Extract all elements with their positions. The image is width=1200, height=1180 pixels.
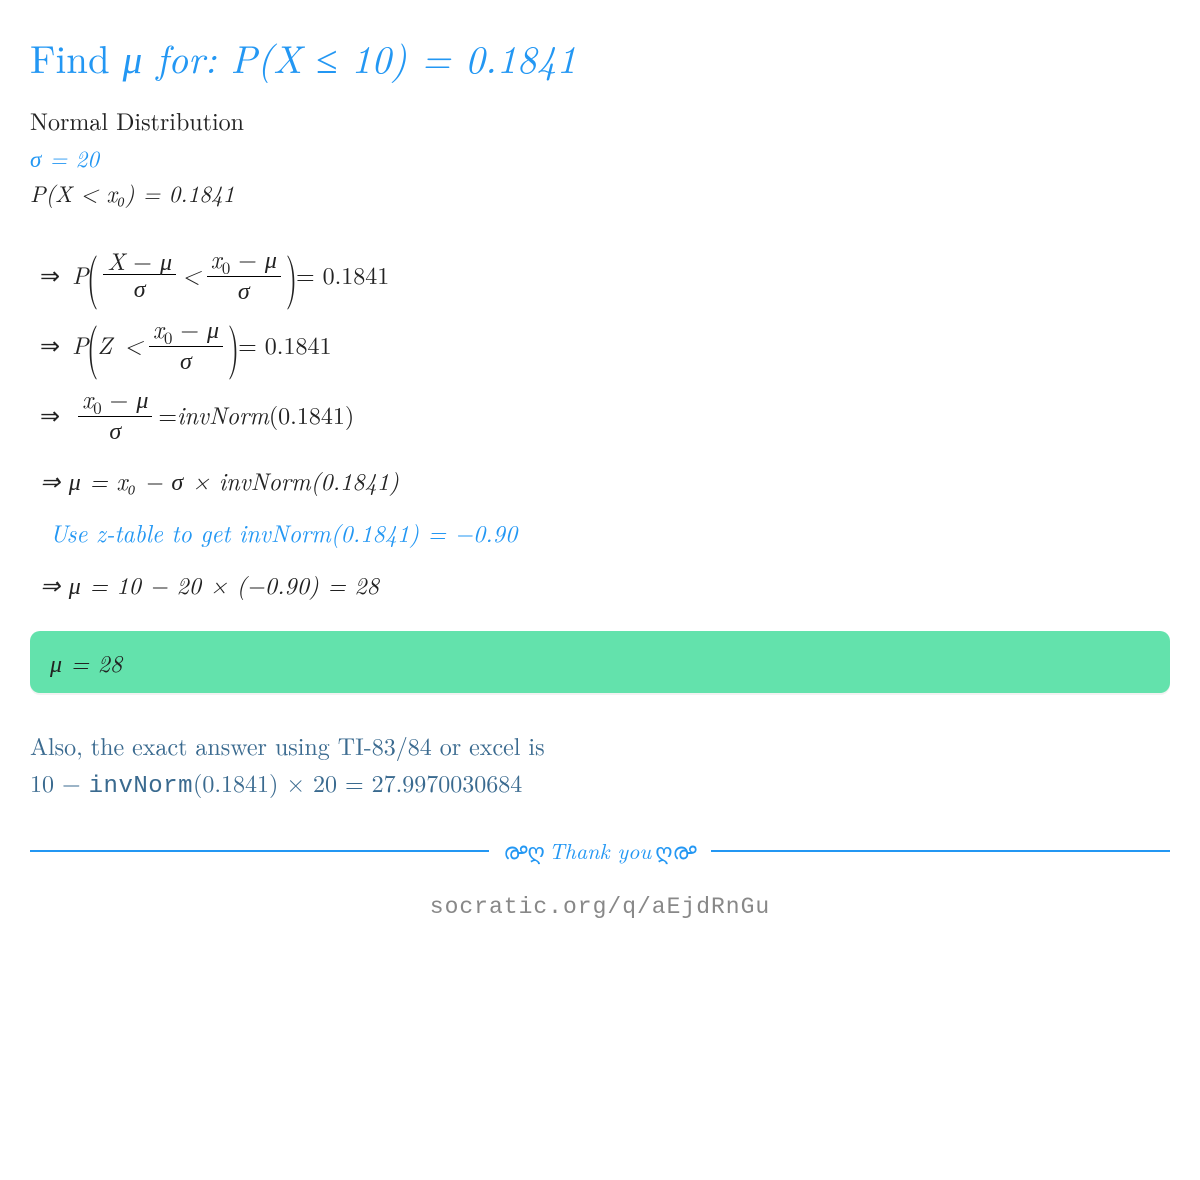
sigma-line: σ = 20 [30, 141, 1170, 174]
invnorm-arg: (0.1841) [269, 397, 354, 431]
title-math: μ for: P(X ≤ 10) = 0.1841 [123, 30, 577, 85]
step-4: ⇒ μ = x₀ − σ × invNorm(0.1841) [40, 455, 1170, 505]
calculator-note: Also, the exact answer using TI-83/84 or… [30, 727, 1170, 805]
step2-rhs: = 0.1841 [238, 327, 331, 361]
step-1: ⇒ P ( X − μ σ < x0 − μ σ ) = 0.1841 [40, 239, 1170, 309]
equals: = [158, 397, 177, 431]
lparen-icon: ( [87, 252, 99, 295]
arrow-icon: ⇒ [40, 257, 60, 291]
answer-text: μ = 28 [50, 645, 122, 679]
invnorm-fn: invNorm [177, 397, 269, 431]
divider-line-right [711, 850, 1170, 852]
derivation-block: ⇒ P ( X − μ σ < x0 − μ σ ) = 0.1841 ⇒ P … [40, 239, 1170, 609]
fraction: x0 − μ σ [207, 246, 281, 303]
prob-line: P(X < x₀) = 0.1841 [30, 176, 1170, 209]
step-2: ⇒ P ( Z < x0 − μ σ ) = 0.1841 [40, 309, 1170, 379]
z-table-note: Use z-table to get invNorm(0.1841) = −0.… [50, 515, 1170, 549]
fraction: x0 − μ σ [149, 316, 223, 373]
step-5: ⇒ μ = 10 − 20 × (−0.90) = 28 [40, 559, 1170, 609]
source-url: socratic.org/q/aEjdRnGu [30, 894, 1170, 920]
thank-you-text: ൙ღ Thank you ღ൙ [503, 835, 696, 866]
swirl-left-icon: ൙ღ [503, 840, 544, 862]
calc-line-1: Also, the exact answer using TI-83/84 or… [30, 727, 1170, 764]
rparen-icon: ) [228, 322, 240, 365]
answer-box: μ = 28 [30, 631, 1170, 693]
lparen-icon: ( [87, 322, 99, 365]
arrow-icon: ⇒ [40, 397, 60, 431]
title-pre: Find [30, 30, 123, 85]
z-symbol: Z [97, 327, 112, 361]
thank-you-divider: ൙ღ Thank you ღ൙ [30, 835, 1170, 866]
fraction: x0 − μ σ [78, 386, 152, 443]
step-3: ⇒ x0 − μ σ = invNorm(0.1841) [40, 379, 1170, 449]
divider-line-left [30, 850, 489, 852]
arrow-icon: ⇒ [40, 327, 60, 361]
fraction: X − μ σ [103, 248, 176, 299]
calc-line-2: 10 − invNorm(0.1841) × 20 = 27.997003068… [30, 764, 1170, 805]
page-title: Find μ for: P(X ≤ 10) = 0.1841 [30, 30, 1170, 85]
step1-rhs: = 0.1841 [296, 257, 389, 291]
swirl-right-icon: ღ൙ [655, 840, 696, 862]
rparen-icon: ) [286, 252, 298, 295]
subtitle: Normal Distribution [30, 103, 1170, 137]
invnorm-mono: invNorm [89, 773, 193, 800]
